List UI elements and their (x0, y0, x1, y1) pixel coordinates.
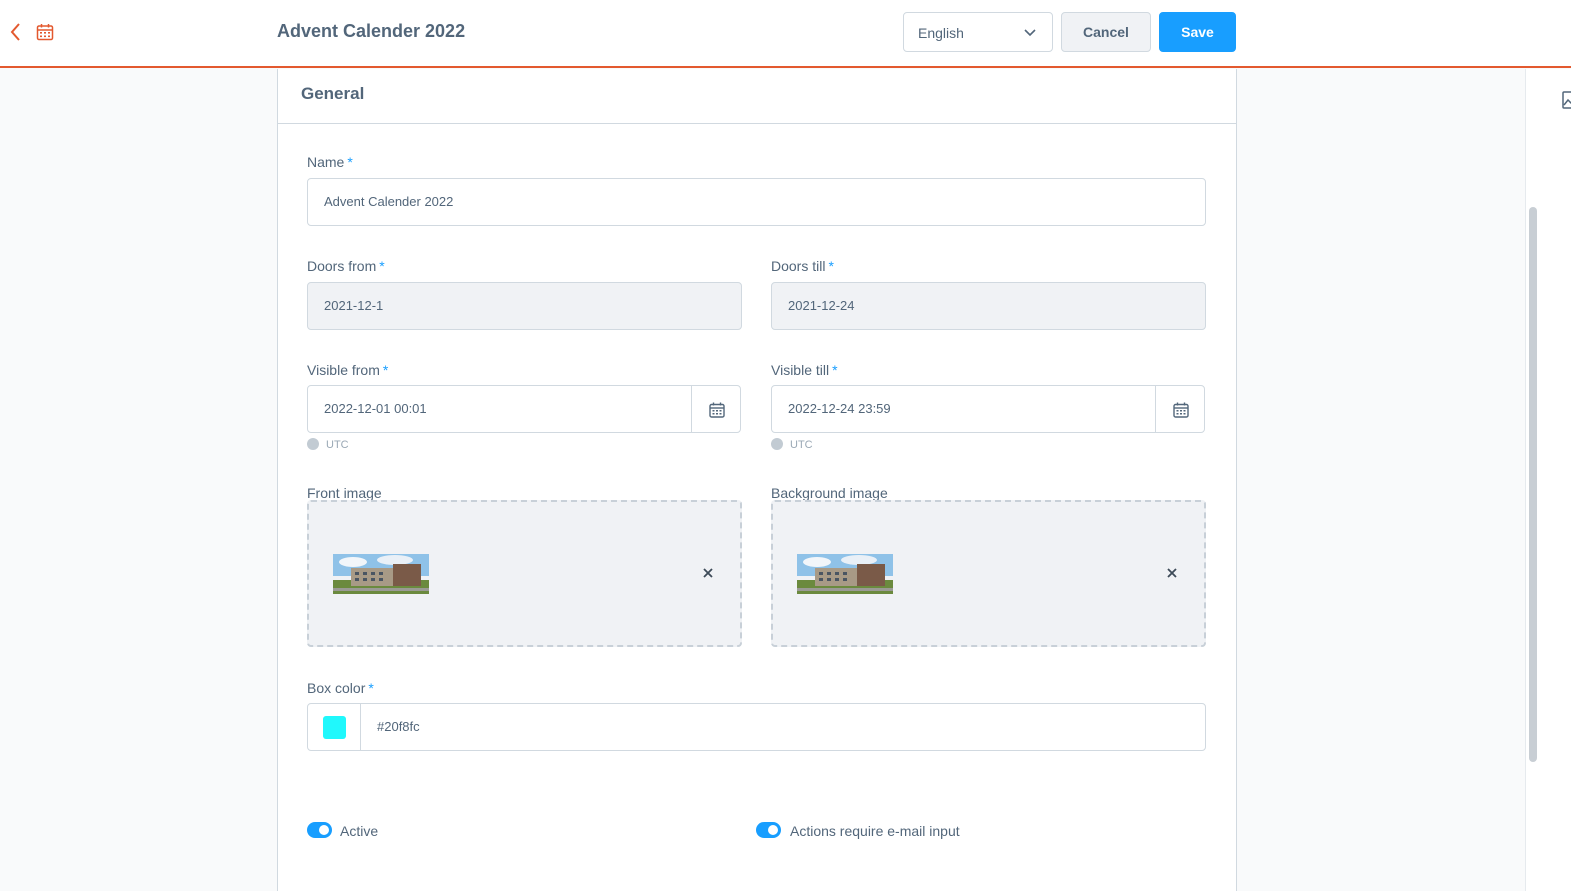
page-title: Advent Calender 2022 (277, 21, 466, 41)
scrollbar[interactable] (1529, 207, 1537, 762)
box-color-label-text: Box color (307, 680, 366, 696)
visible-till-calendar-button[interactable] (1155, 385, 1205, 433)
required-marker: * (382, 362, 389, 378)
box-color-label: Box color * (307, 680, 374, 696)
visible-till-input[interactable]: 2022-12-24 23:59 (771, 385, 1157, 433)
top-bar: Advent Calender 2022 English Cancel Save (0, 0, 1571, 68)
chevron-left-icon[interactable] (8, 22, 24, 42)
image-icon[interactable] (1562, 90, 1571, 110)
background-image-label: Background image (771, 485, 888, 501)
calendar-icon (1173, 402, 1189, 418)
required-marker: * (368, 680, 374, 696)
chevron-down-icon (1024, 29, 1036, 37)
background-image-dropzone[interactable] (771, 500, 1206, 647)
visible-till-label-text: Visible till (771, 362, 830, 378)
required-marker: * (828, 258, 834, 274)
visible-from-calendar-button[interactable] (691, 385, 741, 433)
active-label: Active (340, 823, 379, 839)
name-label: Name * (307, 154, 353, 170)
box-color-input[interactable]: #20f8fc (360, 703, 1206, 751)
calendar-icon (709, 402, 725, 418)
active-toggle[interactable] (307, 822, 332, 838)
doors-till-label-text: Doors till (771, 258, 826, 274)
toggle-knob (319, 825, 329, 835)
language-select[interactable]: English (903, 12, 1053, 52)
clock-icon (771, 438, 783, 450)
front-image-label: Front image (307, 485, 382, 501)
save-button[interactable]: Save (1159, 12, 1236, 52)
doors-from-label-text: Doors from (307, 258, 377, 274)
required-marker: * (379, 258, 385, 274)
visible-from-label-text: Visible from (307, 362, 380, 378)
background-image-thumbnail (797, 554, 893, 594)
timezone-text: UTC (790, 439, 813, 451)
toggle-knob (768, 825, 778, 835)
name-input[interactable]: Advent Calender 2022 (307, 178, 1206, 226)
visible-from-timezone: UTC (307, 438, 349, 451)
front-image-dropzone[interactable] (307, 500, 742, 647)
doors-from-label: Doors from * (307, 258, 385, 274)
language-select-value: English (918, 25, 964, 41)
front-image-thumbnail (333, 554, 429, 594)
doors-from-input[interactable]: 2021-12-1 (307, 282, 742, 330)
clock-icon (307, 438, 319, 450)
doors-till-label: Doors till * (771, 258, 834, 274)
visible-till-timezone: UTC (771, 438, 813, 451)
require-email-toggle[interactable] (756, 822, 781, 838)
required-marker: * (832, 362, 838, 378)
close-icon[interactable] (701, 566, 715, 580)
calendar-icon (36, 24, 54, 41)
close-icon[interactable] (1165, 566, 1179, 580)
required-marker: * (347, 154, 353, 170)
doors-till-input[interactable]: 2021-12-24 (771, 282, 1206, 330)
visible-from-input[interactable]: 2022-12-01 00:01 (307, 385, 693, 433)
timezone-text: UTC (326, 439, 349, 451)
color-swatch (323, 716, 346, 739)
cancel-button[interactable]: Cancel (1061, 12, 1151, 52)
color-picker-button[interactable] (307, 703, 361, 751)
require-email-label: Actions require e-mail input (790, 823, 960, 839)
name-label-text: Name (307, 154, 345, 170)
visible-from-label: Visible from * (307, 362, 388, 378)
card-title: General (278, 69, 1236, 124)
visible-till-label: Visible till * (771, 362, 838, 378)
